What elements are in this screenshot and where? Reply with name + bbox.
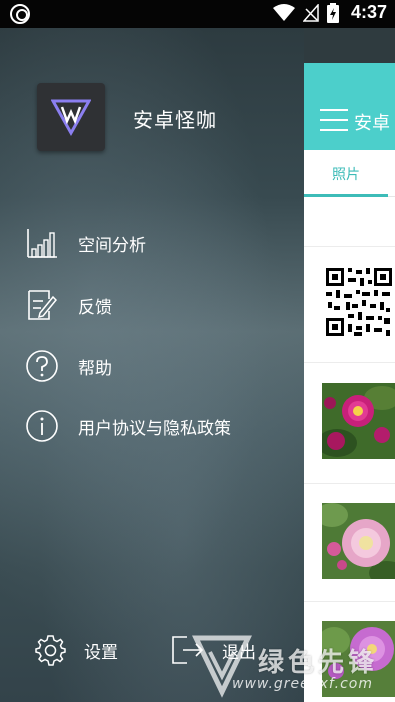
no-signal-icon [302,3,319,22]
logout-label: 退出 [222,642,256,663]
help-circle-icon [24,348,60,384]
menu-item-user-agreement[interactable]: 用户协议与隐私政策 [24,408,231,444]
settings-button[interactable]: 设置 [32,632,118,668]
menu-item-feedback[interactable]: 反馈 [24,287,112,323]
tab-bar: 照片 [304,150,395,197]
navigation-drawer: 安卓怪咖 空间分析 反馈 帮助 用户协议与隐私政策 设置 退出 [0,28,304,702]
thumbnail-pink-peony-flower[interactable] [322,503,395,579]
main-header: 安卓 [304,63,395,150]
menu-item-label: 用户协议与隐私政策 [78,418,231,439]
menu-item-help[interactable]: 帮助 [24,348,112,384]
thumbnail-peony-flower[interactable] [322,383,395,459]
app-logo-icon [51,99,91,137]
logout-button[interactable]: 退出 [170,632,256,668]
bar-chart-icon [24,225,60,261]
app-notification-icon [10,4,30,24]
edit-note-icon [24,287,60,323]
status-bar: 4:37 [0,0,395,28]
row-divider [304,483,395,484]
app-name: 安卓怪咖 [133,108,217,132]
app-logo [37,83,105,151]
settings-label: 设置 [84,642,118,663]
row-divider [304,246,395,247]
info-circle-icon [24,408,60,444]
menu-item-label: 帮助 [78,358,112,379]
gear-icon [32,632,68,668]
menu-item-label: 空间分析 [78,235,146,256]
menu-icon[interactable] [320,109,348,131]
thumbnail-purple-peony-flower[interactable] [322,621,395,697]
main-panel: 安卓 照片 [304,63,395,702]
main-title: 安卓 [354,113,390,134]
battery-charging-icon [326,2,339,23]
status-icons: 4:37 [272,2,387,23]
menu-item-label: 反馈 [78,297,112,318]
clock: 4:37 [350,2,387,22]
wifi-icon [272,3,295,21]
menu-item-space-analysis[interactable]: 空间分析 [24,225,146,261]
row-divider [304,362,395,363]
logout-icon [170,632,206,668]
row-divider [304,601,395,602]
thumbnail-qr-code[interactable] [322,264,395,340]
tab-photos[interactable]: 照片 [304,150,388,197]
